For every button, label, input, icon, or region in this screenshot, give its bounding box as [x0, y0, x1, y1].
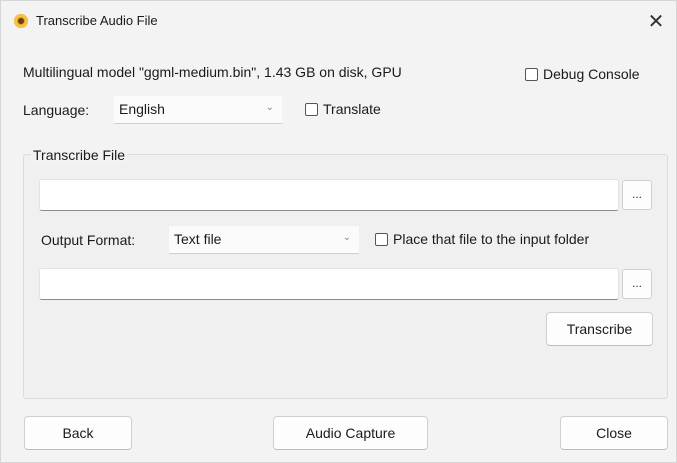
transcribe-dialog: Transcribe Audio File ✕ Multilingual mod…	[0, 0, 677, 463]
place-in-input-folder-label: Place that file to the input folder	[393, 231, 590, 247]
audio-capture-button[interactable]: Audio Capture	[273, 416, 428, 450]
language-label: Language:	[23, 102, 90, 118]
model-info-text: Multilingual model "ggml-medium.bin", 1.…	[23, 64, 402, 80]
sunflower-icon	[14, 14, 28, 28]
input-file-field[interactable]	[39, 179, 619, 211]
output-file-field[interactable]	[39, 268, 619, 300]
output-format-label: Output Format:	[41, 232, 136, 248]
place-in-input-folder-checkbox[interactable]: Place that file to the input folder	[375, 231, 589, 247]
window-title: Transcribe Audio File	[36, 13, 158, 28]
output-format-dropdown[interactable]: Text file ⌄	[169, 226, 359, 254]
translate-label: Translate	[323, 101, 381, 117]
transcribe-file-group-title: Transcribe File	[31, 147, 128, 163]
place-in-input-folder-checkbox-box[interactable]	[375, 232, 388, 246]
debug-console-checkbox-box[interactable]	[525, 67, 538, 81]
debug-console-checkbox[interactable]: Debug Console	[525, 66, 640, 82]
title-bar: Transcribe Audio File ✕	[1, 1, 676, 41]
chevron-down-icon: ⌄	[342, 232, 351, 243]
transcribe-button[interactable]: Transcribe	[546, 312, 653, 346]
browse-input-file-button[interactable]: ...	[622, 180, 652, 210]
window-close-button[interactable]: ✕	[642, 7, 670, 35]
browse-output-file-button[interactable]: ...	[622, 269, 652, 299]
back-button[interactable]: Back	[24, 416, 132, 450]
chevron-down-icon: ⌄	[265, 102, 274, 113]
language-dropdown[interactable]: English ⌄	[114, 96, 282, 124]
translate-checkbox-box[interactable]	[305, 102, 318, 116]
close-button[interactable]: Close	[560, 416, 668, 450]
translate-checkbox[interactable]: Translate	[305, 101, 381, 117]
output-format-selected-value: Text file	[174, 231, 222, 247]
debug-console-label: Debug Console	[543, 66, 640, 82]
language-selected-value: English	[119, 101, 165, 117]
